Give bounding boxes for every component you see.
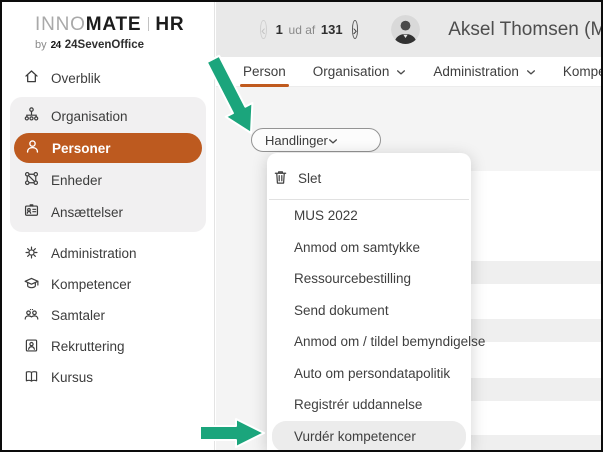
menu-item-label: Auto om persondatapolitik xyxy=(294,366,450,381)
home-icon xyxy=(23,68,40,88)
sidebar-item-label: Administration xyxy=(51,246,137,261)
chevron-down-icon xyxy=(328,133,338,148)
menu-item-label: Anmod om samtykke xyxy=(294,240,420,255)
tab-organisation[interactable]: Organisation xyxy=(313,64,407,79)
handlinger-button[interactable]: Handlinger xyxy=(251,128,381,152)
sidebar-item-samtaler[interactable]: Samtaler xyxy=(2,300,214,331)
menu-item-mus-2022[interactable]: MUS 2022 xyxy=(267,200,471,232)
sidebar-item-label: Samtaler xyxy=(51,308,105,323)
logo-inno: INNO xyxy=(35,14,86,35)
menu-item-label: Ressourcebestilling xyxy=(294,271,411,286)
chevron-down-icon xyxy=(526,64,536,79)
menu-item-label: Registrér uddannelse xyxy=(294,397,422,412)
pager-prev-button[interactable]: ‹ xyxy=(260,20,267,39)
photo-badge-icon xyxy=(23,337,40,357)
menu-item-label: Send dokument xyxy=(294,303,389,318)
tab-kompetencer[interactable]: Kompetencer xyxy=(563,64,603,79)
sidebar: INNOMATE HR by 24 24SevenOffice Overblik … xyxy=(2,2,215,450)
graduation-cap-icon xyxy=(23,275,40,295)
page-title-person-name: Aksel Thomsen (M xyxy=(448,19,603,41)
menu-item-send-dokument[interactable]: Send dokument xyxy=(267,295,471,327)
app-window: INNOMATE HR by 24 24SevenOffice Overblik … xyxy=(0,0,603,452)
table-row xyxy=(470,378,601,401)
menu-item-label: Slet xyxy=(298,171,321,186)
sidebar-item-enheder[interactable]: Enheder xyxy=(10,164,206,196)
sidebar-item-kursus[interactable]: Kursus xyxy=(2,362,214,393)
menu-item-anmod-om-samtykke[interactable]: Anmod om samtykke xyxy=(267,232,471,264)
people-group-icon xyxy=(23,306,40,326)
chevron-right-icon: › xyxy=(353,23,358,37)
menu-item-auto-om-persondatapolitik[interactable]: Auto om persondatapolitik xyxy=(267,358,471,390)
menu-item-registrer-uddannelse[interactable]: Registrér uddannelse xyxy=(267,389,471,421)
sidebar-item-kompetencer[interactable]: Kompetencer xyxy=(2,269,214,300)
person-icon xyxy=(24,138,41,158)
logo-byline: by 24 24SevenOffice xyxy=(35,39,214,51)
tab-bar: Person Organisation Administration Kompe… xyxy=(216,57,601,87)
menu-item-label: Anmod om / tildel bemyndigelse xyxy=(294,334,485,349)
byline-brand: 24SevenOffice xyxy=(65,39,144,51)
sidebar-item-ansaettelser[interactable]: Ansættelser xyxy=(10,196,206,228)
tab-administration[interactable]: Administration xyxy=(433,64,536,79)
org-chart-icon xyxy=(23,106,40,126)
pager-next-button[interactable]: › xyxy=(352,20,359,39)
table-row xyxy=(470,435,601,452)
menu-item-ressourcebestilling[interactable]: Ressourcebestilling xyxy=(267,263,471,295)
sidebar-item-label: Personer xyxy=(52,141,111,156)
tab-person[interactable]: Person xyxy=(243,64,286,79)
sidebar-nav: Overblik Organisation Personer Enheder xyxy=(2,63,214,393)
trash-icon xyxy=(273,169,288,188)
sidebar-item-administration[interactable]: Administration xyxy=(2,238,214,269)
menu-item-label: Vurdér kompetencer xyxy=(294,429,416,444)
table-row xyxy=(470,319,601,342)
sidebar-item-personer[interactable]: Personer xyxy=(14,133,202,163)
table-row xyxy=(470,261,601,284)
tab-label: Person xyxy=(243,64,286,79)
sidebar-item-rekruttering[interactable]: Rekruttering xyxy=(2,331,214,362)
chevron-left-icon: ‹ xyxy=(261,23,266,37)
logo-mate: MATE xyxy=(86,14,142,35)
chevron-down-icon xyxy=(396,64,406,79)
24sevenoffice-logo-icon: 24 xyxy=(51,40,61,51)
top-bar: ‹ 1 ud af 131 › Aksel Thomsen (M xyxy=(216,2,601,57)
sidebar-item-label: Ansættelser xyxy=(51,205,123,220)
sidebar-group-personale: Organisation Personer Enheder Ansættelse… xyxy=(10,97,206,232)
sidebar-item-label: Kursus xyxy=(51,370,93,385)
sidebar-item-organisation[interactable]: Organisation xyxy=(10,100,206,132)
sidebar-item-label: Rekruttering xyxy=(51,339,125,354)
sidebar-item-label: Kompetencer xyxy=(51,277,131,292)
pager-current: 1 xyxy=(276,22,283,37)
sidebar-item-overblik[interactable]: Overblik xyxy=(2,63,214,93)
tab-label: Administration xyxy=(433,64,519,79)
network-nodes-icon xyxy=(23,170,40,190)
logo-wordmark: INNOMATE HR xyxy=(35,14,214,36)
sidebar-item-label: Overblik xyxy=(51,71,101,86)
byline-by: by xyxy=(35,39,47,51)
open-book-icon xyxy=(23,368,40,388)
sidebar-lower: Administration Kompetencer Samtaler Rekr… xyxy=(2,238,214,393)
actions-dropdown-menu: Slet MUS 2022 Anmod om samtykke Ressourc… xyxy=(267,153,471,450)
profile-avatar[interactable] xyxy=(391,15,420,44)
pager-position: 1 ud af 131 xyxy=(276,22,343,37)
pager-total: 131 xyxy=(321,22,343,37)
menu-item-slet[interactable]: Slet xyxy=(267,157,471,199)
tab-label: Kompetencer xyxy=(563,64,603,79)
gear-icon xyxy=(23,244,40,264)
menu-item-anmod-om-tildel-bemyndigelse[interactable]: Anmod om / tildel bemyndigelse xyxy=(267,326,471,358)
main-area: ‹ 1 ud af 131 › Aksel Thomsen (M Person … xyxy=(216,2,601,450)
tab-label: Organisation xyxy=(313,64,390,79)
id-card-icon xyxy=(23,202,40,222)
logo-separator xyxy=(148,17,149,31)
sidebar-item-label: Organisation xyxy=(51,109,128,124)
logo-hr: HR xyxy=(155,14,184,35)
table-rows-preview xyxy=(470,171,601,450)
avatar-photo-icon xyxy=(391,15,420,44)
sidebar-item-label: Enheder xyxy=(51,173,102,188)
app-logo: INNOMATE HR by 24 24SevenOffice xyxy=(2,2,214,51)
handlinger-button-label: Handlinger xyxy=(265,133,328,148)
menu-item-label: MUS 2022 xyxy=(294,208,358,223)
menu-item-vurder-kompetencer[interactable]: Vurdér kompetencer xyxy=(272,421,466,452)
pager-of-text: ud af xyxy=(287,23,318,37)
